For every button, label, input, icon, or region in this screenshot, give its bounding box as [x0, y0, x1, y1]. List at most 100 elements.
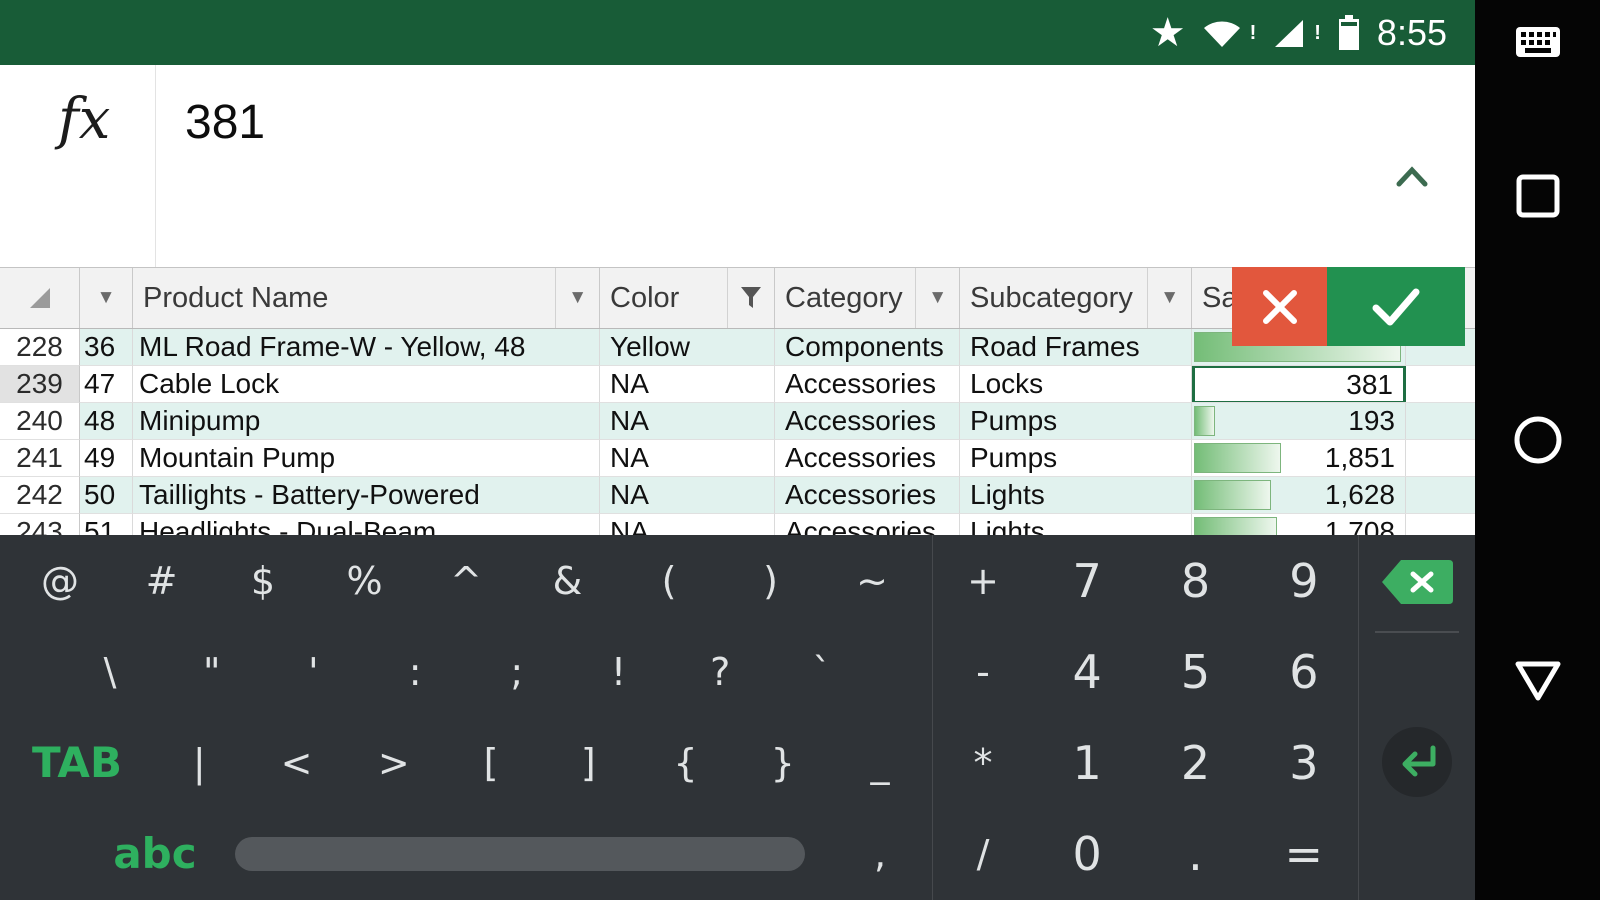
active-edit-cell[interactable]: 381	[1192, 366, 1406, 402]
key-9[interactable]: 9	[1250, 535, 1358, 626]
cell-product-name[interactable]: Mountain Pump	[133, 440, 600, 477]
select-all-button[interactable]	[0, 268, 80, 328]
row-number[interactable]: 240	[0, 403, 80, 440]
key-2[interactable]: 2	[1141, 718, 1249, 809]
cell-color[interactable]: NA	[600, 366, 775, 403]
key-6[interactable]: 6	[1250, 626, 1358, 717]
key-bracket-close[interactable]: ]	[558, 741, 618, 785]
row-number[interactable]: 239	[0, 366, 80, 403]
key-paren-close[interactable]: )	[741, 559, 801, 603]
key-slash[interactable]: /	[933, 808, 1033, 899]
key-greater-than[interactable]: >	[364, 741, 424, 785]
cell-category[interactable]: Accessories	[775, 366, 960, 403]
cell-product-name[interactable]: Minipump	[133, 403, 600, 440]
column-header-subcategory[interactable]: Subcategory ▼	[960, 268, 1192, 328]
cell-id[interactable]: 47	[80, 366, 133, 403]
cell-sales[interactable]: 1,851	[1192, 440, 1475, 477]
cell-category[interactable]: Accessories	[775, 514, 960, 535]
key-percent[interactable]: %	[335, 559, 395, 603]
cell-subcategory[interactable]: Lights	[960, 477, 1192, 514]
tab-key[interactable]: TAB	[22, 738, 132, 787]
cell-subcategory[interactable]: Road Frames	[960, 329, 1192, 366]
cell-category[interactable]: Accessories	[775, 440, 960, 477]
formula-input[interactable]: 381	[185, 95, 265, 150]
cell-color[interactable]: NA	[600, 440, 775, 477]
cell-sales[interactable]: 193	[1192, 403, 1475, 440]
key-dollar[interactable]: $	[233, 559, 293, 603]
filter-dropdown-icon[interactable]: ▼	[915, 268, 959, 328]
row-number[interactable]: 243	[0, 514, 80, 535]
recents-button-icon[interactable]	[1514, 172, 1562, 225]
cell-sales[interactable]: 1,708	[1192, 514, 1475, 535]
cell-category[interactable]: Accessories	[775, 403, 960, 440]
key-equals[interactable]: =	[1250, 809, 1358, 900]
column-header-category[interactable]: Category ▼	[775, 268, 960, 328]
cell-subcategory[interactable]: Lights	[960, 514, 1192, 535]
key-brace-close[interactable]: }	[753, 741, 813, 785]
row-number[interactable]: 241	[0, 440, 80, 477]
filter-dropdown-icon[interactable]: ▼	[97, 287, 116, 309]
cell-id[interactable]: 49	[80, 440, 133, 477]
row-number[interactable]: 242	[0, 477, 80, 514]
key-0[interactable]: 0	[1033, 809, 1141, 900]
key-comma[interactable]: ,	[850, 832, 910, 876]
spacebar-key[interactable]	[235, 836, 805, 871]
back-button-icon[interactable]	[1512, 658, 1564, 709]
cell-category[interactable]: Components	[775, 329, 960, 366]
key-underscore[interactable]: _	[850, 741, 910, 785]
filter-dropdown-icon[interactable]: ▼	[1147, 268, 1191, 328]
key-exclamation[interactable]: !	[589, 650, 649, 694]
cell-id[interactable]: 51	[80, 514, 133, 535]
cell-id[interactable]: 36	[80, 329, 133, 366]
cell-category[interactable]: Accessories	[775, 477, 960, 514]
hide-keyboard-icon[interactable]	[1515, 26, 1561, 65]
cell-id[interactable]: 48	[80, 403, 133, 440]
cell-color[interactable]: Yellow	[600, 329, 775, 366]
key-plus[interactable]: +	[933, 535, 1033, 626]
cell-product-name[interactable]: Headlights - Dual-Beam	[133, 514, 600, 535]
key-hash[interactable]: #	[132, 559, 192, 603]
key-3[interactable]: 3	[1250, 718, 1358, 809]
cell-product-name[interactable]: Taillights - Battery-Powered	[133, 477, 600, 514]
key-less-than[interactable]: <	[267, 741, 327, 785]
key-pipe[interactable]: |	[169, 741, 229, 785]
cancel-edit-button[interactable]	[1232, 267, 1327, 346]
key-doublequote[interactable]: "	[182, 650, 242, 694]
key-asterisk[interactable]: *	[933, 717, 1033, 808]
key-backslash[interactable]: \	[80, 650, 140, 694]
filter-active-funnel-icon[interactable]	[727, 268, 774, 328]
cell-product-name[interactable]: Cable Lock	[133, 366, 600, 403]
key-tilde[interactable]: ~	[842, 559, 902, 603]
cell-sales[interactable]: 1,628	[1192, 477, 1475, 514]
key-minus[interactable]: -	[933, 626, 1033, 717]
key-at[interactable]: @	[30, 559, 90, 603]
key-period[interactable]: .	[1141, 809, 1249, 900]
home-button-icon[interactable]	[1512, 414, 1564, 471]
key-caret[interactable]: ^	[436, 559, 496, 603]
column-header-product-name[interactable]: Product Name ▼	[133, 268, 600, 328]
key-quote[interactable]: '	[283, 650, 343, 694]
column-header-color[interactable]: Color	[600, 268, 775, 328]
key-backtick[interactable]: `	[792, 650, 852, 694]
enter-key[interactable]	[1382, 727, 1452, 797]
key-paren-open[interactable]: (	[639, 559, 699, 603]
key-8[interactable]: 8	[1141, 535, 1249, 626]
column-header-id[interactable]: ▼	[80, 268, 133, 328]
key-colon[interactable]: :	[385, 650, 445, 694]
cell-sales-editing[interactable]: 381	[1192, 366, 1475, 403]
cell-product-name[interactable]: ML Road Frame-W - Yellow, 48	[133, 329, 600, 366]
cell-subcategory[interactable]: Pumps	[960, 440, 1192, 477]
key-ampersand[interactable]: &	[538, 559, 598, 603]
cell-subcategory[interactable]: Locks	[960, 366, 1192, 403]
key-bracket-open[interactable]: [	[461, 741, 521, 785]
key-5[interactable]: 5	[1141, 626, 1249, 717]
cell-id[interactable]: 50	[80, 477, 133, 514]
key-7[interactable]: 7	[1033, 535, 1141, 626]
collapse-formula-bar-icon[interactable]	[1395, 165, 1429, 194]
cell-subcategory[interactable]: Pumps	[960, 403, 1192, 440]
cell-color[interactable]: NA	[600, 403, 775, 440]
key-brace-open[interactable]: {	[656, 741, 716, 785]
backspace-key[interactable]	[1379, 557, 1455, 612]
cell-color[interactable]: NA	[600, 477, 775, 514]
cell-color[interactable]: NA	[600, 514, 775, 535]
